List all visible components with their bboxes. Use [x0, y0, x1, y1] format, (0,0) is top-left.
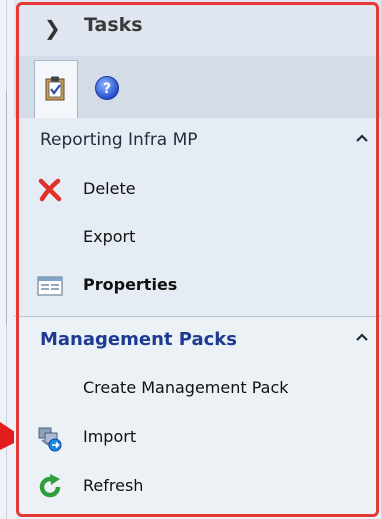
- tab-help[interactable]: ?: [86, 60, 130, 118]
- task-label: Delete: [83, 179, 136, 198]
- task-export[interactable]: Export: [14, 218, 381, 258]
- task-import[interactable]: Import: [14, 418, 381, 458]
- task-properties[interactable]: Properties: [14, 266, 381, 306]
- tasks-pane: ❯ Tasks ? Reporting Infra MP Delete Expo…: [14, 0, 381, 519]
- section-title[interactable]: Reporting Infra MP: [40, 130, 198, 150]
- tasks-title: Tasks: [84, 14, 143, 36]
- tasks-tabstrip: ?: [14, 56, 381, 119]
- tasks-pane-screenshot: ❯ Tasks ? Reporting Infra MP Delete Expo…: [0, 0, 381, 519]
- section-management-packs: Management Packs Create Management Pack …: [14, 317, 381, 519]
- clipboard-check-icon: [45, 76, 65, 101]
- properties-icon: [37, 276, 63, 296]
- svg-text:?: ?: [103, 81, 111, 97]
- splitter-segment: [6, 92, 7, 324]
- import-icon: [38, 427, 62, 452]
- section-reporting-infra-mp: Reporting Infra MP Delete Export Propert…: [14, 118, 381, 317]
- help-circle-icon: ?: [95, 76, 119, 100]
- section-title[interactable]: Management Packs: [40, 329, 237, 350]
- task-label: Import: [83, 427, 137, 446]
- delete-x-icon: [38, 178, 62, 202]
- task-create-management-pack[interactable]: Create Management Pack: [14, 369, 381, 409]
- task-label: Create Management Pack: [83, 378, 289, 397]
- tasks-header[interactable]: ❯ Tasks: [14, 0, 381, 57]
- chevron-right-icon[interactable]: ❯: [44, 16, 61, 40]
- task-label: Refresh: [83, 476, 144, 495]
- caret-up-icon[interactable]: [355, 128, 369, 147]
- task-delete[interactable]: Delete: [14, 170, 381, 210]
- task-refresh[interactable]: Refresh: [14, 467, 381, 507]
- caret-up-icon[interactable]: [355, 327, 369, 346]
- refresh-icon: [39, 474, 61, 498]
- task-label: Properties: [83, 275, 178, 294]
- tab-tasks[interactable]: [34, 60, 78, 118]
- task-label: Export: [83, 227, 136, 246]
